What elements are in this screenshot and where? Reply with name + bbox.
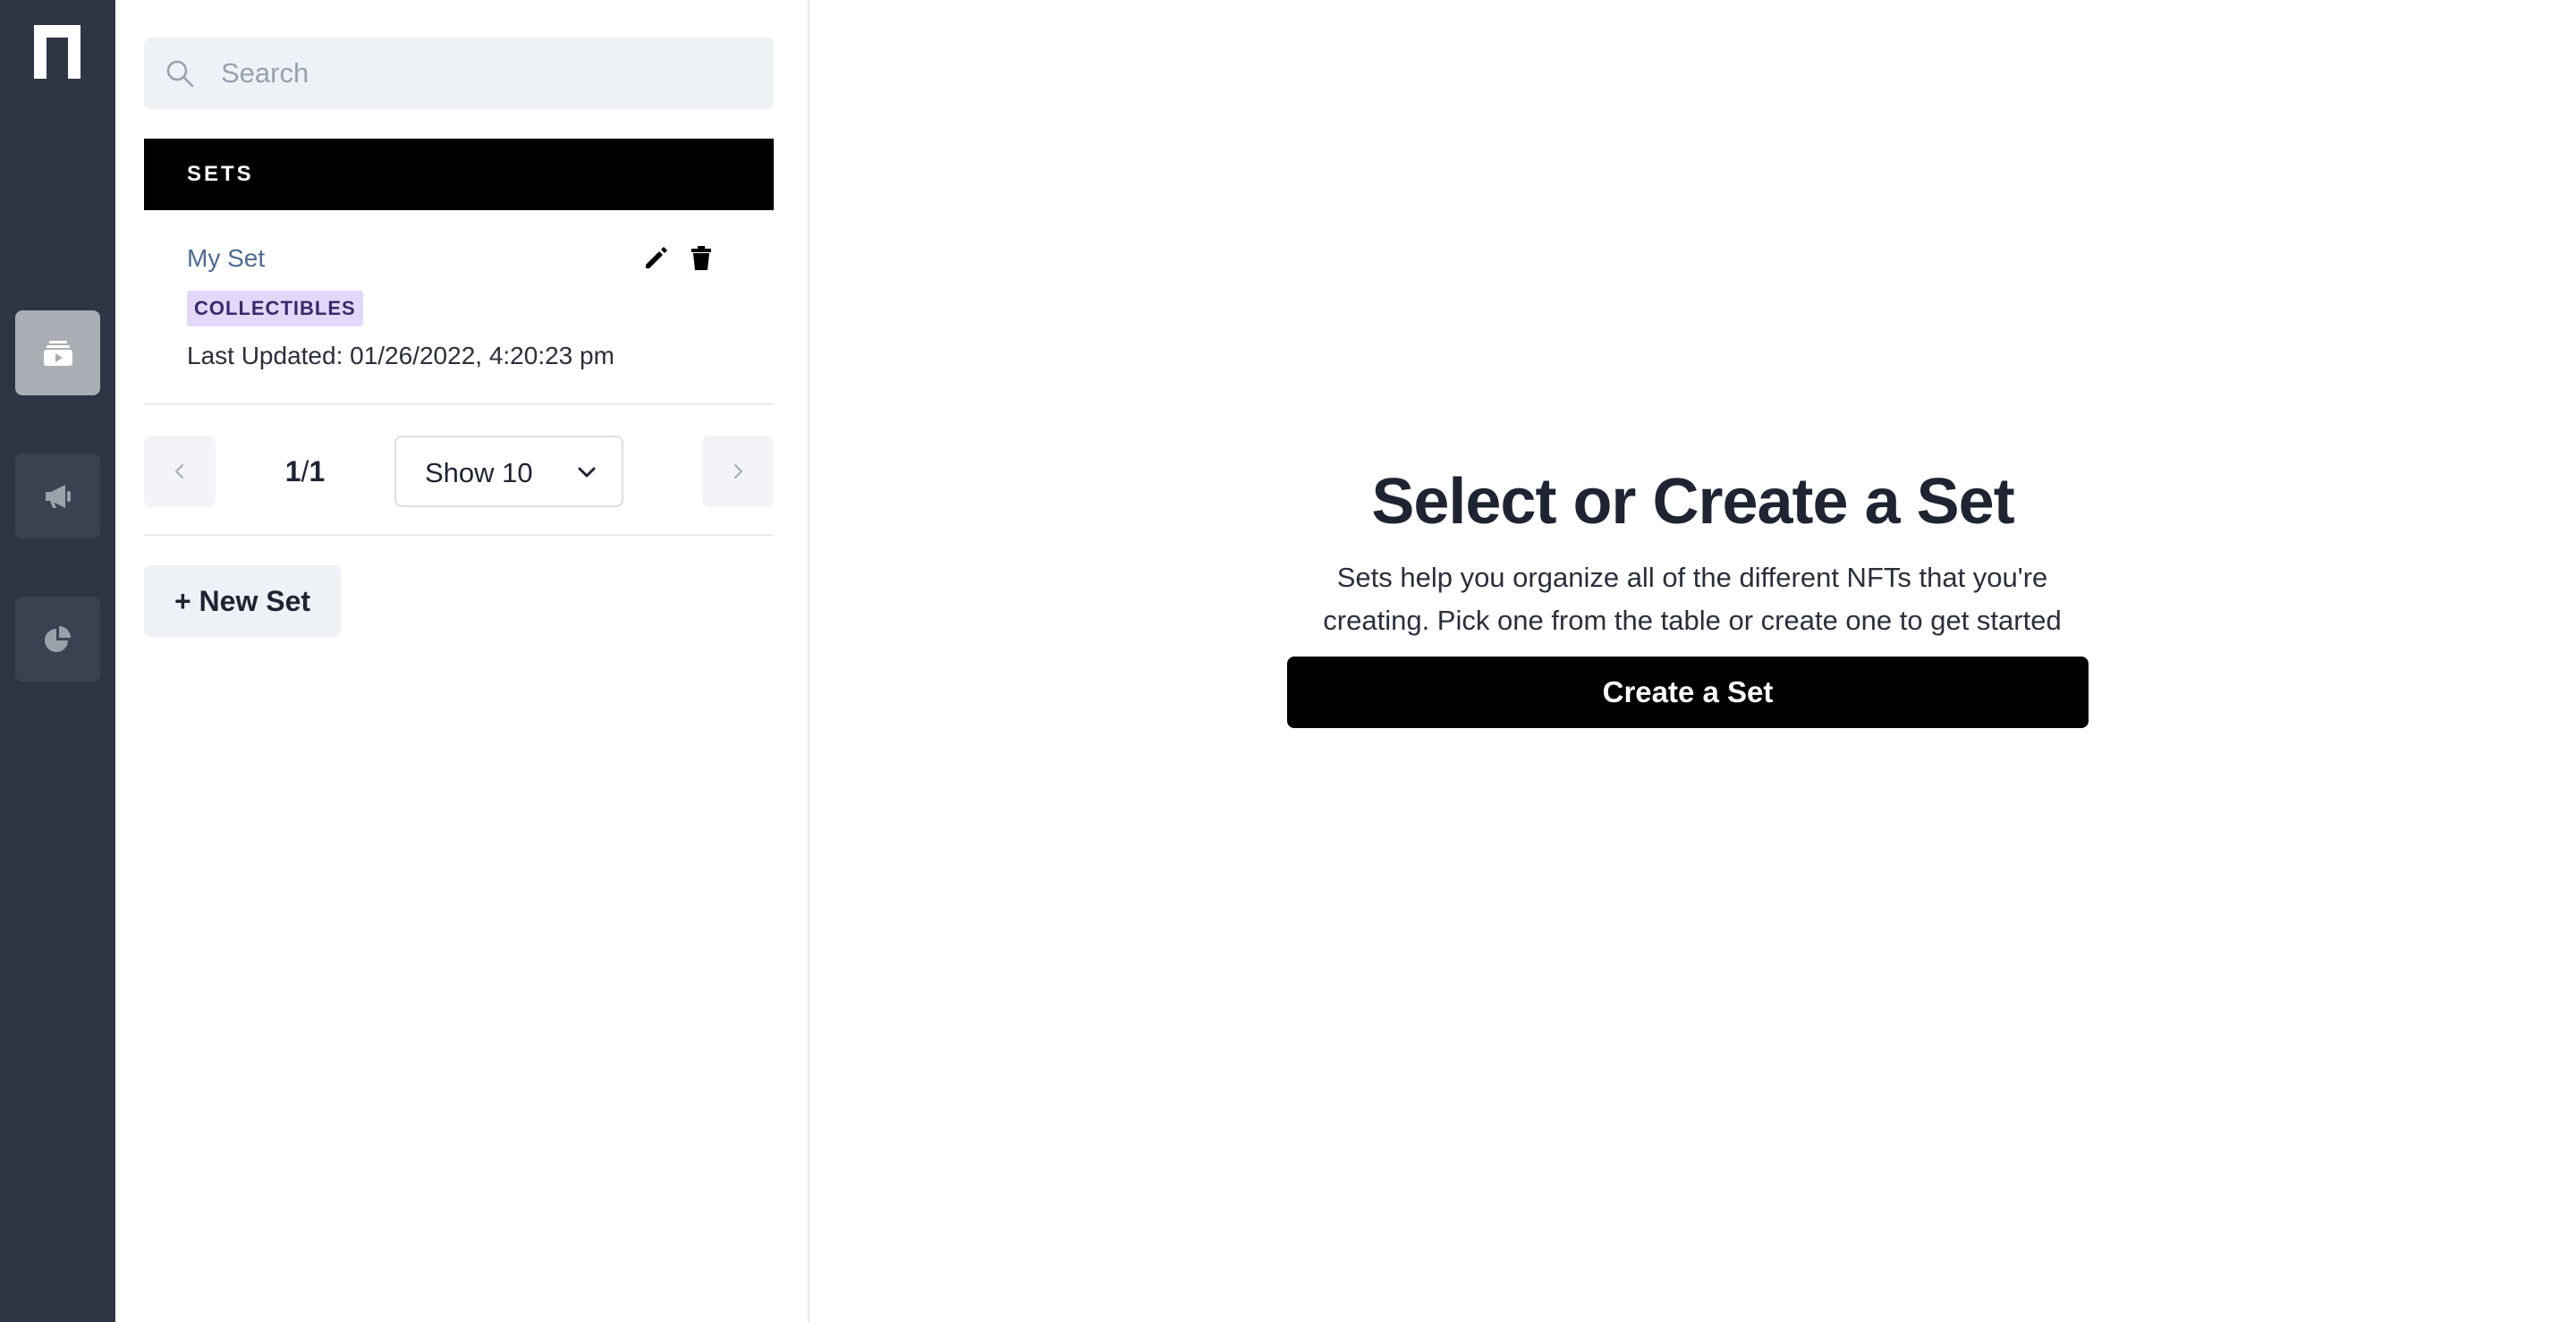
pencil-icon (646, 247, 667, 268)
rail-item-campaigns[interactable] (15, 453, 100, 538)
app-rail (0, 0, 115, 1322)
current-page: 1 (284, 455, 301, 487)
next-page-button[interactable] (702, 436, 774, 507)
empty-state-description: Sets help you organize all of the differ… (1323, 562, 2062, 636)
sets-icon (43, 340, 72, 366)
n-logo-icon[interactable] (32, 23, 82, 79)
sets-panel: SETS My Set COLLECTIBLES Last Updated: 0… (115, 0, 809, 1322)
sets-table-header: SETS (144, 139, 774, 210)
search-input[interactable] (219, 38, 756, 109)
edit-button[interactable] (640, 242, 673, 274)
set-actions (640, 242, 717, 274)
empty-state-title: Select or Create a Set (1371, 466, 2014, 538)
last-updated-text: Last Updated: 01/26/2022, 4:20:23 pm (187, 342, 614, 369)
chevron-left-icon (175, 464, 183, 479)
create-set-button[interactable]: Create a Set (1287, 657, 2089, 728)
previous-page-button[interactable] (144, 436, 216, 507)
search-icon (166, 60, 194, 88)
trash-icon (691, 246, 711, 270)
total-pages: 1 (309, 455, 326, 487)
megaphone-icon (45, 484, 71, 508)
chevron-down-icon (578, 467, 596, 478)
page-size-value: Show 10 (425, 457, 533, 488)
main-content: Select or Create a Set Sets help you org… (809, 0, 2576, 1322)
chevron-right-icon (734, 464, 742, 479)
set-name-link[interactable]: My Set (187, 244, 265, 273)
category-badge: COLLECTIBLES (187, 291, 363, 326)
page-indicator: 1/1 (269, 455, 341, 488)
delete-button[interactable] (685, 242, 717, 274)
search-box (144, 38, 774, 109)
pie-chart-icon (44, 625, 71, 652)
new-set-button[interactable]: + New Set (144, 565, 341, 637)
pagination: 1/1 Show 10 (144, 405, 774, 536)
page-size-select[interactable]: Show 10 (394, 436, 623, 507)
rail-item-sets[interactable] (15, 310, 100, 395)
set-list-item[interactable]: My Set COLLECTIBLES Last Updated: 01/26/… (144, 210, 774, 405)
rail-item-analytics[interactable] (15, 597, 100, 682)
